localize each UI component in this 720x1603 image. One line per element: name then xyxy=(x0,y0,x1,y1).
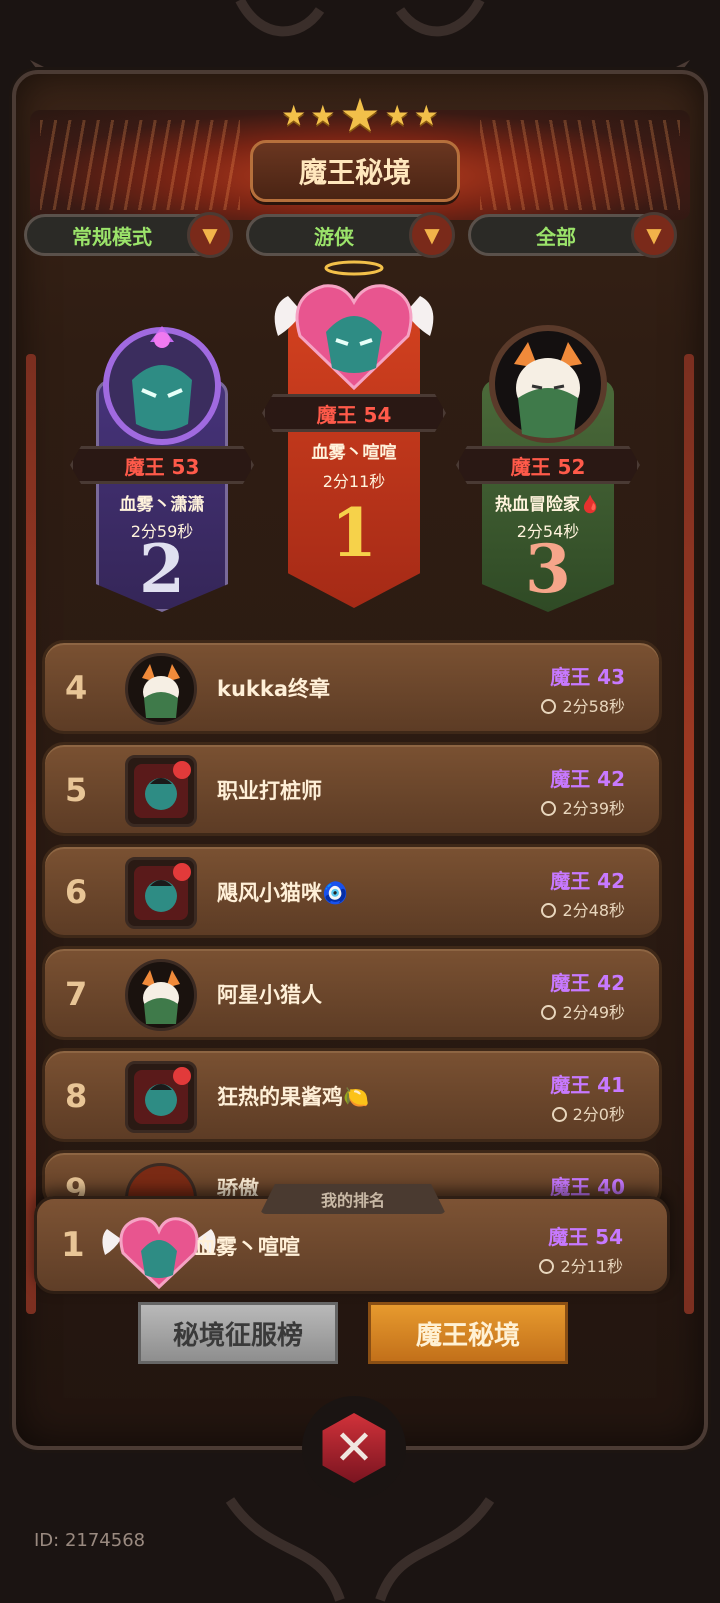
rank-number: 8 xyxy=(65,1077,88,1115)
rank-level: 魔王 42 xyxy=(550,971,625,995)
star-icon: ★ xyxy=(384,99,410,132)
rank-level: 魔王 42 xyxy=(550,869,625,893)
class-filter-dropdown[interactable]: 游侠 ▼ xyxy=(246,212,455,258)
clock-icon xyxy=(541,801,557,816)
player-avatar xyxy=(125,653,197,725)
podium-third[interactable]: 魔王 52 热血冒险家🩸 2分54秒 3 xyxy=(456,325,640,612)
tab-conquest-ranking[interactable]: 秘境征服榜 xyxy=(138,1302,338,1364)
podium-time: 2分11秒 xyxy=(322,472,386,491)
player-name: 飓风小猫咪🧿 xyxy=(217,881,349,905)
player-avatar xyxy=(125,959,197,1031)
close-button[interactable]: ✕ xyxy=(302,1396,406,1500)
rank-level: 魔王 41 xyxy=(550,1073,625,1097)
clear-time: 2分11秒 xyxy=(539,1253,623,1277)
player-avatar xyxy=(125,857,197,929)
right-side-bar xyxy=(684,354,694,1314)
podium-rank-label: 魔王 54 xyxy=(262,394,446,432)
clear-time: 2分39秒 xyxy=(541,795,625,819)
clock-icon xyxy=(539,1259,555,1274)
rank-level: 魔王 54 xyxy=(548,1225,623,1249)
podium-place-number: 3 xyxy=(525,530,571,608)
rank-level: 魔王 42 xyxy=(550,767,625,791)
player-name: 职业打桩师 xyxy=(217,779,322,803)
list-item[interactable]: 5 职业打桩师 魔王 42 2分39秒 xyxy=(42,742,662,836)
clear-time: 2分48秒 xyxy=(541,897,625,921)
tab-demon-realm[interactable]: 魔王秘境 xyxy=(368,1302,568,1364)
clock-icon xyxy=(541,903,557,918)
rank-number: 1 xyxy=(61,1225,85,1265)
player-avatar xyxy=(274,260,434,391)
star-icon: ★ xyxy=(413,99,439,132)
rank-level: 魔王 43 xyxy=(550,665,625,689)
podium-rank-label: 魔王 52 xyxy=(456,446,640,484)
player-avatar xyxy=(489,325,607,443)
podium-place-number: 2 xyxy=(139,530,185,608)
player-name: 血雾丶喧喧 xyxy=(195,1235,300,1259)
list-item[interactable]: 7 阿星小猎人 魔王 42 2分49秒 xyxy=(42,946,662,1040)
podium-player-name: 热血冒险家🩸 xyxy=(494,495,602,515)
star-icon: ★ xyxy=(310,99,336,132)
clear-time: 2分58秒 xyxy=(541,693,625,717)
my-rank-tab: 我的排名 xyxy=(260,1184,446,1214)
player-avatar xyxy=(125,755,197,827)
clock-icon xyxy=(551,1107,567,1122)
rank-number: 4 xyxy=(65,669,88,707)
chevron-down-icon[interactable]: ▼ xyxy=(631,212,677,258)
page-title: 魔王秘境 xyxy=(250,140,460,202)
clear-time: 2分49秒 xyxy=(541,999,625,1023)
podium-second[interactable]: 魔王 53 血雾丶潇潇 2分59秒 2 xyxy=(70,326,254,612)
podium-place-number: 1 xyxy=(331,494,377,572)
left-side-bar xyxy=(26,354,36,1314)
podium-rank-label: 魔王 53 xyxy=(70,446,254,484)
close-icon: ✕ xyxy=(322,1413,386,1483)
player-name: 阿星小猎人 xyxy=(217,983,322,1007)
list-item[interactable]: 8 狂热的果酱鸡🍋 魔王 41 2分0秒 xyxy=(42,1048,662,1142)
list-item[interactable]: 4 kukka终章 魔王 43 2分58秒 xyxy=(42,640,662,734)
chevron-down-icon[interactable]: ▼ xyxy=(409,212,455,258)
clear-time: 2分0秒 xyxy=(551,1101,625,1125)
rank-number: 7 xyxy=(65,975,88,1013)
scope-filter-dropdown[interactable]: 全部 ▼ xyxy=(468,212,677,258)
podium-player-name: 血雾丶潇潇 xyxy=(119,495,205,515)
list-item[interactable]: 6 飓风小猫咪🧿 魔王 42 2分48秒 xyxy=(42,844,662,938)
podium-player-name: 血雾丶喧喧 xyxy=(311,443,397,463)
player-avatar xyxy=(103,326,221,445)
clock-icon xyxy=(541,1005,557,1020)
star-icon: ★ xyxy=(281,99,307,132)
clock-icon xyxy=(541,699,557,714)
rank-number: 6 xyxy=(65,873,88,911)
player-name: 狂热的果酱鸡🍋 xyxy=(217,1085,370,1109)
star-icon: ★ xyxy=(339,88,381,142)
mode-filter-dropdown[interactable]: 常规模式 ▼ xyxy=(24,212,233,258)
rank-number: 5 xyxy=(65,771,88,809)
player-name: kukka终章 xyxy=(217,677,331,701)
player-avatar xyxy=(125,1061,197,1133)
podium-first[interactable]: 魔王 54 血雾丶喧喧 2分11秒 1 xyxy=(262,260,446,608)
user-id: ID: 2174568 xyxy=(34,1530,146,1551)
chevron-down-icon[interactable]: ▼ xyxy=(187,212,233,258)
star-rating: ★ ★★ ★ ★ xyxy=(0,88,720,142)
